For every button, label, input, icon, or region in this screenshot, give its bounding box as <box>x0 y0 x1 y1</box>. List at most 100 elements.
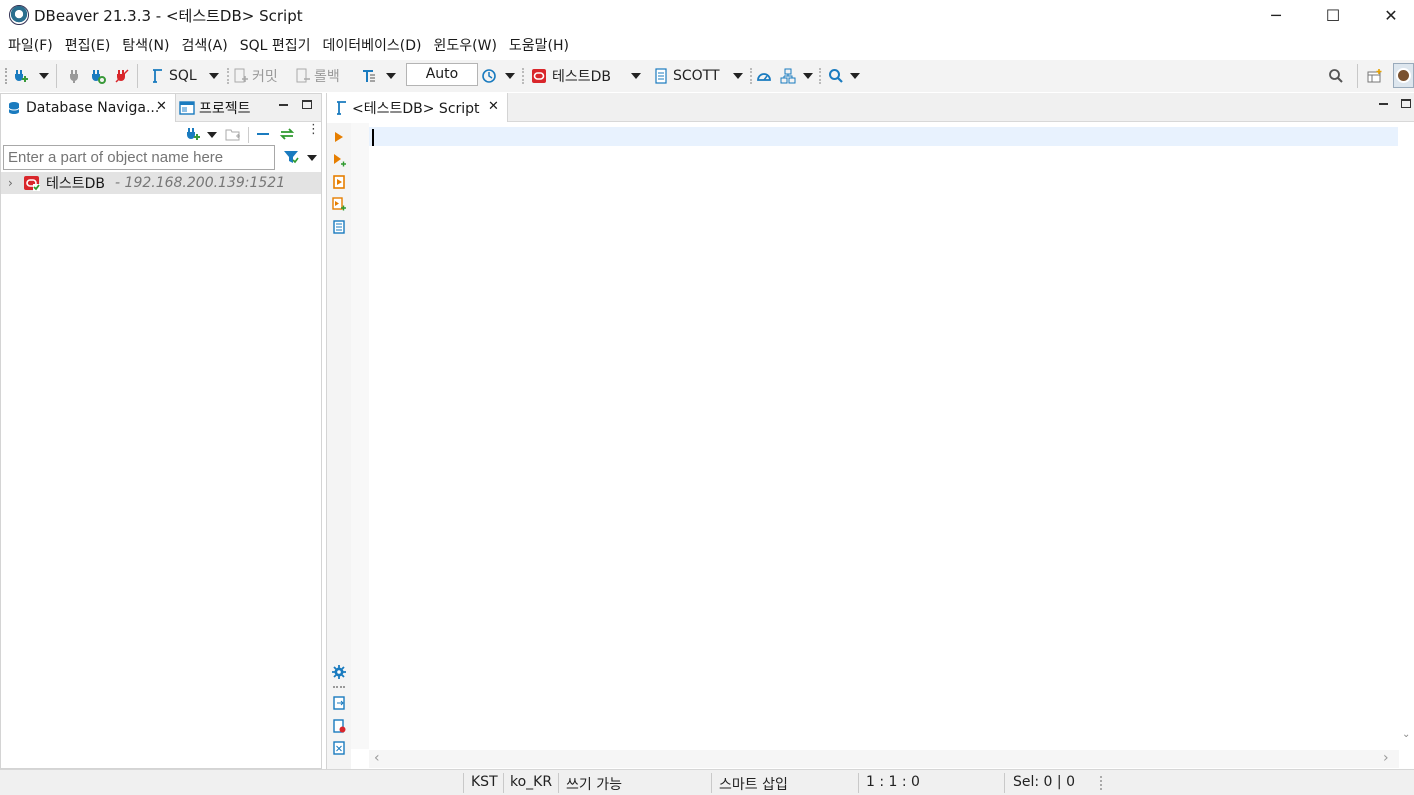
transaction-log-button[interactable] <box>481 66 497 86</box>
minimize-panel-icon[interactable] <box>279 104 288 106</box>
tab-sql-script[interactable]: <테스트DB> Script ✕ <box>327 93 508 122</box>
execute-statement-icon[interactable] <box>332 130 346 144</box>
toolbar-grip[interactable] <box>5 68 7 84</box>
text-cursor <box>372 129 374 146</box>
status-separator <box>858 773 859 793</box>
menu-edit[interactable]: 편집(E) <box>59 35 117 55</box>
navigator-filter-input[interactable] <box>3 145 275 170</box>
execute-in-new-tab-icon[interactable] <box>332 153 346 167</box>
menu-navigate[interactable]: 탐색(N) <box>116 35 175 55</box>
close-tab-icon[interactable]: ✕ <box>488 99 499 114</box>
editor-horizontal-scrollbar[interactable]: ‹ › <box>369 750 1399 768</box>
export-script-icon[interactable] <box>332 696 346 710</box>
scroll-down-chevron-icon[interactable]: ⌄ <box>1402 729 1410 740</box>
filter-dropdown[interactable] <box>307 155 317 161</box>
collapse-all-icon[interactable] <box>257 133 269 135</box>
commit-button[interactable]: 커밋 <box>233 66 278 86</box>
oracle-db-icon <box>532 69 546 83</box>
menu-help[interactable]: 도움말(H) <box>503 35 575 55</box>
maximize-panel-icon[interactable] <box>302 100 312 109</box>
connect-button[interactable] <box>66 66 82 86</box>
network-icon <box>780 68 796 84</box>
status-bar: KST ko_KR 쓰기 가능 스마트 삽입 1 : 1 : 0 Sel: 0 … <box>0 769 1414 795</box>
datasource-dropdown[interactable] <box>631 73 641 79</box>
line-number-ruler <box>351 123 369 749</box>
editor-tab-bar: <테스트DB> Script ✕ <box>327 93 1414 122</box>
editor-vertical-scrollbar[interactable]: ⌄ <box>1398 123 1414 769</box>
tab-database-navigator-label: Database Naviga... <box>26 100 160 116</box>
maximize-button[interactable]: ☐ <box>1304 0 1362 30</box>
status-insert-mode[interactable]: 스마트 삽입 <box>719 774 788 794</box>
connection-address: - 192.168.200.139:1521 <box>115 175 286 191</box>
maximize-editor-icon[interactable] <box>1401 99 1411 108</box>
erd-dropdown[interactable] <box>803 73 813 79</box>
active-schema-selector[interactable]: SCOTT <box>653 66 720 86</box>
execute-script-icon[interactable] <box>332 175 346 189</box>
sql-editor-dropdown[interactable] <box>209 73 219 79</box>
toolbar-grip <box>750 68 752 84</box>
dashboard-button[interactable] <box>756 66 772 86</box>
navigator-new-connection-button[interactable] <box>184 126 200 146</box>
close-tab-icon[interactable]: ✕ <box>156 99 167 114</box>
active-datasource-selector[interactable]: 테스트DB <box>531 66 611 86</box>
disconnect-button[interactable] <box>114 66 130 86</box>
transaction-log-dropdown[interactable] <box>505 73 515 79</box>
database-icon <box>8 102 20 114</box>
scroll-left-chevron-icon[interactable]: ‹ <box>374 750 380 766</box>
search-tool-dropdown[interactable] <box>850 73 860 79</box>
new-connection-dropdown[interactable] <box>39 73 49 79</box>
toolbar-grip <box>819 68 821 84</box>
active-schema-label: SCOTT <box>673 68 720 84</box>
new-folder-button[interactable] <box>225 126 241 146</box>
explain-plan-icon[interactable] <box>332 220 346 234</box>
transaction-mode-button[interactable] <box>361 66 377 86</box>
navigator-new-connection-dropdown[interactable] <box>207 132 217 138</box>
oracle-connected-icon <box>24 176 40 191</box>
tree-item-connection[interactable]: › 테스트DB - 192.168.200.139:1521 <box>1 172 321 194</box>
global-search-button[interactable] <box>1328 66 1344 86</box>
title-bar: DBeaver 21.3.3 - <테스트DB> Script ─ ☐ ✕ <box>0 0 1414 30</box>
menu-file[interactable]: 파일(F) <box>2 35 59 55</box>
expand-chevron-icon[interactable]: › <box>8 176 22 190</box>
toolbar-separator <box>248 127 249 143</box>
variables-icon[interactable] <box>332 741 346 755</box>
connection-name: 테스트DB <box>46 176 106 192</box>
transaction-mode-field[interactable]: Auto <box>406 63 478 86</box>
menu-sql-editor[interactable]: SQL 편집기 <box>234 35 317 55</box>
minimize-editor-icon[interactable] <box>1379 103 1388 105</box>
filter-funnel-icon <box>284 151 299 164</box>
link-with-editor-button[interactable] <box>279 126 295 146</box>
open-perspective-button[interactable] <box>1367 66 1383 86</box>
status-separator <box>711 773 712 793</box>
rollback-button[interactable]: 롤백 <box>295 66 340 86</box>
dbeaver-perspective-button[interactable] <box>1393 63 1414 88</box>
scroll-right-chevron-icon[interactable]: › <box>1383 750 1389 766</box>
close-button[interactable]: ✕ <box>1362 0 1414 30</box>
filter-settings-button[interactable] <box>283 149 299 169</box>
sql-script-icon <box>153 69 162 83</box>
sql-editor-text-area[interactable] <box>372 127 1392 737</box>
schema-dropdown[interactable] <box>733 73 743 79</box>
status-separator <box>463 773 464 793</box>
menu-window[interactable]: 윈도우(W) <box>428 35 503 55</box>
search-tool-button[interactable] <box>828 66 844 86</box>
sql-editor-button[interactable]: SQL <box>149 66 197 86</box>
tab-database-navigator[interactable]: Database Naviga... ✕ <box>1 94 176 122</box>
tab-projects[interactable]: 프로젝트 <box>179 94 279 122</box>
gutter-divider <box>333 686 345 688</box>
minimize-button[interactable]: ─ <box>1247 0 1305 30</box>
rollback-label: 롤백 <box>314 69 340 85</box>
view-menu-icon[interactable]: ⋮ <box>307 123 320 136</box>
sql-editor-label: SQL <box>169 68 197 84</box>
script-error-icon[interactable] <box>332 719 346 733</box>
menu-search[interactable]: 검색(A) <box>175 35 233 55</box>
execute-script-new-tab-icon[interactable] <box>332 197 346 211</box>
new-connection-button[interactable] <box>12 66 28 86</box>
menu-database[interactable]: 데이터베이스(D) <box>317 35 428 55</box>
dbeaver-logo-icon <box>9 5 29 25</box>
erd-button[interactable] <box>780 66 796 86</box>
rollback-icon <box>296 68 310 83</box>
transaction-mode-dropdown[interactable] <box>386 73 396 79</box>
reconnect-button[interactable] <box>90 66 106 86</box>
editor-settings-gear-icon[interactable] <box>332 665 346 679</box>
